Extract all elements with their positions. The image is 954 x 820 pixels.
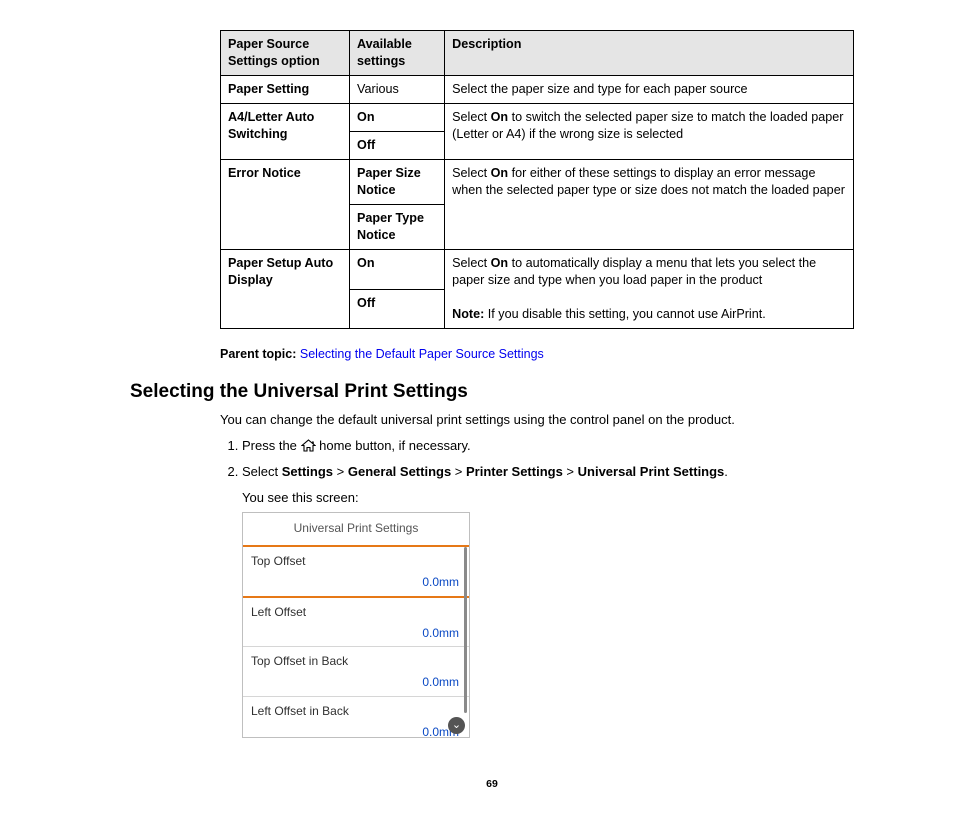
steps-list: Press the home button, if necessary. Sel… xyxy=(220,436,854,738)
device-row-top-offset-back[interactable]: Top Offset in Back 0.0mm xyxy=(243,647,469,697)
home-icon xyxy=(301,439,316,452)
cell-description: Select On to switch the selected paper s… xyxy=(445,104,854,160)
cell-setting: On xyxy=(350,104,445,132)
cell-option: Error Notice xyxy=(221,160,350,250)
cell-setting: Off xyxy=(350,132,445,160)
paper-source-settings-table: Paper Source Settings option Available s… xyxy=(220,30,854,329)
device-row-label: Top Offset in Back xyxy=(251,654,348,668)
parent-topic-label: Parent topic: xyxy=(220,347,296,361)
cell-description: Select On to automatically display a men… xyxy=(445,250,854,329)
table-row: Paper Setup Auto Display On Select On to… xyxy=(221,250,854,290)
cell-option: Paper Setup Auto Display xyxy=(221,250,350,329)
device-row-value: 0.0mm xyxy=(251,573,459,592)
scroll-down-icon[interactable]: ⌄ xyxy=(448,717,465,734)
device-row-label: Left Offset xyxy=(251,605,306,619)
cell-setting: Various xyxy=(350,76,445,104)
device-row-top-offset[interactable]: Top Offset 0.0mm xyxy=(243,545,469,598)
device-row-left-offset[interactable]: Left Offset 0.0mm xyxy=(243,598,469,648)
table-header-option: Paper Source Settings option xyxy=(221,31,350,76)
cell-description: Select On for either of these settings t… xyxy=(445,160,854,250)
cell-setting: Paper Size Notice xyxy=(350,160,445,205)
step-2: Select Settings > General Settings > Pri… xyxy=(242,462,854,738)
table-header-description: Description xyxy=(445,31,854,76)
cell-setting: Paper Type Notice xyxy=(350,205,445,250)
device-row-value: 0.0mm xyxy=(251,723,459,742)
table-row: Error Notice Paper Size Notice Select On… xyxy=(221,160,854,205)
page-number: 69 xyxy=(130,778,854,790)
device-row-value: 0.0mm xyxy=(251,673,459,692)
device-list: Top Offset 0.0mm Left Offset 0.0mm Top O… xyxy=(243,545,469,737)
device-title: Universal Print Settings xyxy=(243,513,469,546)
device-row-left-offset-back[interactable]: Left Offset in Back 0.0mm xyxy=(243,697,469,737)
cell-description: Select the paper size and type for each … xyxy=(445,76,854,104)
cell-option: A4/Letter Auto Switching xyxy=(221,104,350,160)
section-title: Selecting the Universal Print Settings xyxy=(130,381,854,403)
device-row-label: Top Offset xyxy=(251,554,305,568)
device-screenshot: Universal Print Settings Top Offset 0.0m… xyxy=(242,512,470,738)
intro-text: You can change the default universal pri… xyxy=(220,411,854,430)
step-1: Press the home button, if necessary. xyxy=(242,436,854,456)
step-2-followup: You see this screen: xyxy=(242,488,854,508)
table-row: A4/Letter Auto Switching On Select On to… xyxy=(221,104,854,132)
device-row-value: 0.0mm xyxy=(251,624,459,643)
cell-setting: On xyxy=(350,250,445,290)
device-row-label: Left Offset in Back xyxy=(251,704,349,718)
scroll-track[interactable] xyxy=(464,547,467,713)
parent-topic-link[interactable]: Selecting the Default Paper Source Setti… xyxy=(300,347,544,361)
table-header-settings: Available settings xyxy=(350,31,445,76)
parent-topic: Parent topic: Selecting the Default Pape… xyxy=(220,347,854,361)
cell-option: Paper Setting xyxy=(221,76,350,104)
table-row: Paper Setting Various Select the paper s… xyxy=(221,76,854,104)
cell-setting: Off xyxy=(350,289,445,329)
